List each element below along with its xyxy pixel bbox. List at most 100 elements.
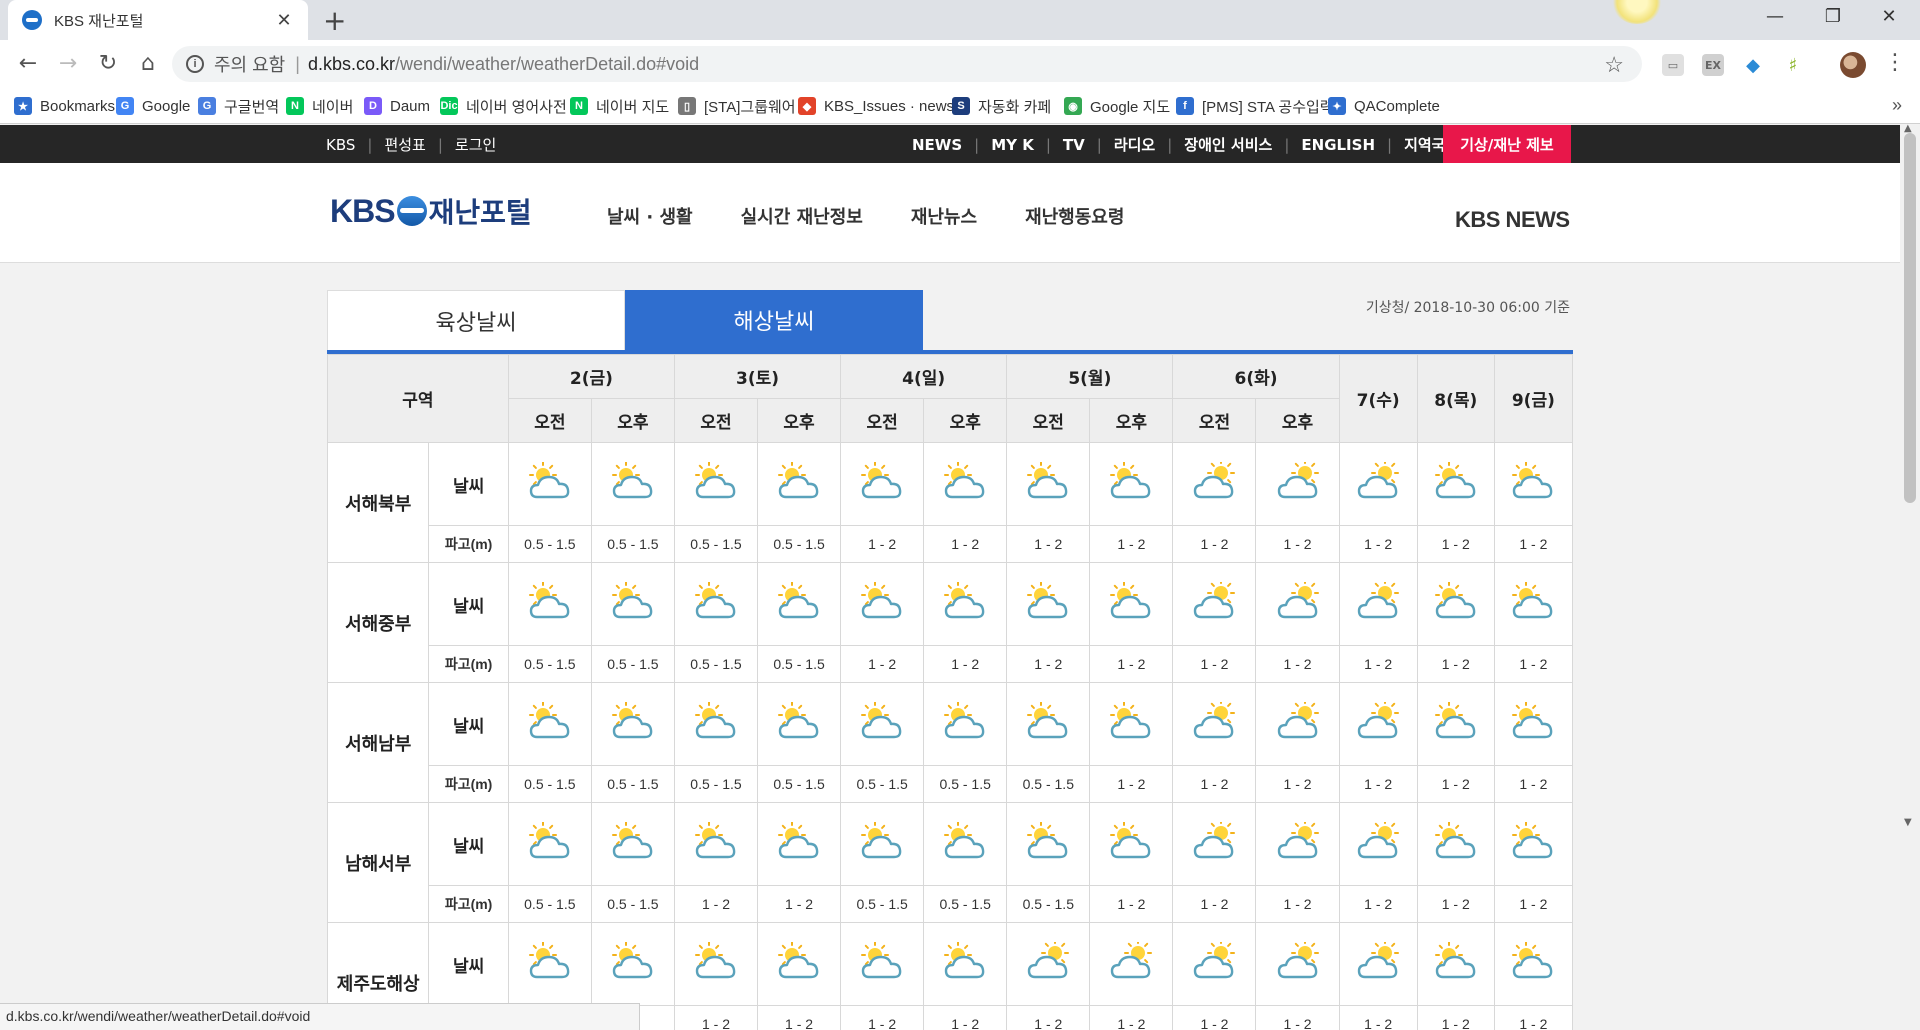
scrollbar-thumb[interactable] <box>1904 133 1916 503</box>
partly-cloudy-icon <box>1511 701 1555 742</box>
table-row-weather: 서해중부 날씨 <box>326 562 1574 683</box>
partly-cloudy-icon <box>1109 701 1153 742</box>
nav-item[interactable]: 재난행동요령 <box>1025 203 1124 229</box>
weather-cell <box>1338 922 1418 1006</box>
extension-arrows-icon[interactable]: ◆ <box>1742 54 1764 76</box>
logo-kbs-text: KBS <box>330 192 396 229</box>
day-header: 5(월) <box>1006 354 1174 399</box>
home-icon[interactable]: ⌂ <box>134 50 162 78</box>
wave-height-cell: 1 - 2 <box>1255 885 1340 923</box>
extension-tab-icon[interactable]: ▭ <box>1662 54 1684 76</box>
top-link[interactable]: 장애인 서비스 <box>1184 134 1272 155</box>
pm-header: 오후 <box>1255 398 1340 443</box>
bookmark-item[interactable]: N 네이버 지도 <box>570 95 669 117</box>
wave-height-cell: 1 - 2 <box>923 1005 1008 1030</box>
partly-cloudy-icon <box>611 821 655 862</box>
address-bar[interactable]: i 주의 요함 | d.kbs.co.kr /wendi/weather/wea… <box>172 46 1642 82</box>
kbs-news-logo[interactable]: KBS NEWS <box>1455 207 1570 233</box>
back-icon[interactable]: ← <box>14 50 42 78</box>
mostly-cloudy-icon <box>1276 819 1320 862</box>
partly-cloudy-icon <box>611 581 655 622</box>
weather-cell <box>1493 682 1574 766</box>
wave-height-cell: 0.5 - 1.5 <box>590 885 675 923</box>
close-tab-icon[interactable]: ✕ <box>274 10 294 31</box>
am-header: 오전 <box>840 398 925 443</box>
weather-cell <box>673 922 759 1006</box>
partly-cloudy-icon <box>1511 941 1555 982</box>
partly-cloudy-icon <box>943 461 987 502</box>
address-separator: | <box>295 53 300 74</box>
wave-height-cell: 0.5 - 1.5 <box>923 885 1008 923</box>
profile-avatar[interactable] <box>1840 52 1866 78</box>
top-link[interactable]: NEWS <box>912 136 962 154</box>
more-bookmarks-icon[interactable]: » <box>1892 95 1902 116</box>
reload-icon[interactable]: ↻ <box>94 50 122 78</box>
nav-item[interactable]: 재난뉴스 <box>911 203 977 229</box>
top-link[interactable]: MY K <box>991 136 1034 154</box>
bookmark-item[interactable]: ★ Bookmarks <box>14 95 115 117</box>
tab-sea-weather[interactable]: 해상날씨 <box>625 290 923 350</box>
bookmark-item[interactable]: f [PMS] STA 공수입력 <box>1176 95 1334 117</box>
bookmark-label: QAComplete <box>1354 97 1440 115</box>
partly-cloudy-icon <box>611 941 655 982</box>
divider: | <box>367 135 373 154</box>
qacomplete-icon: ✦ <box>1328 97 1346 115</box>
extension-ladder-icon[interactable]: ♯ <box>1782 54 1804 76</box>
bookmark-item[interactable]: G Google <box>116 95 190 117</box>
day-header: 9(금) <box>1493 354 1574 443</box>
new-tab-icon[interactable]: + <box>323 4 346 37</box>
table-row-weather: 서해북부 날씨 <box>326 442 1574 563</box>
report-button[interactable]: 기상/재난 제보 <box>1443 125 1571 163</box>
wave-height-cell: 1 - 2 <box>1089 1005 1174 1030</box>
weather-cell <box>1255 802 1340 886</box>
bookmark-item[interactable]: D Daum <box>364 95 430 117</box>
top-link[interactable]: 로그인 <box>455 134 496 155</box>
star-icon: ★ <box>14 97 32 115</box>
weather-cell <box>1089 922 1174 1006</box>
table-row-wave: 파고(m) 0.5 - 1.5 0.5 - 1.5 0.5 - 1.5 0.5 - 1.… <box>328 645 1574 683</box>
menu-kebab-icon[interactable]: ⋮ <box>1884 50 1906 75</box>
info-icon[interactable]: i <box>186 55 204 73</box>
nav-item[interactable]: 실시간 재난정보 <box>741 203 863 229</box>
extension-ex-icon[interactable]: EX <box>1702 54 1724 76</box>
page-scrollbar[interactable]: ▲ ▼ <box>1900 123 1920 1030</box>
weather-cell <box>673 802 759 886</box>
restore-icon[interactable]: ❐ <box>1810 6 1856 27</box>
nav-item[interactable]: 날씨 · 생활 <box>607 203 693 229</box>
wave-height-cell: 1 - 2 <box>1255 525 1340 563</box>
top-link[interactable]: KBS <box>326 136 355 154</box>
wave-height-cell: 1 - 2 <box>1493 525 1574 563</box>
bookmark-item[interactable]: N 네이버 <box>286 95 353 117</box>
wave-height-cell: 1 - 2 <box>1255 1005 1340 1030</box>
naver-icon: N <box>286 97 304 115</box>
bookmark-item[interactable]: S 자동화 카페 <box>952 95 1051 117</box>
bookmark-item[interactable]: ▯ [STA]그룹웨어 <box>678 95 796 117</box>
top-link[interactable]: 지역국 <box>1404 134 1445 155</box>
weather-cell <box>507 562 592 646</box>
bookmark-item[interactable]: ✦ QAComplete <box>1328 95 1440 117</box>
top-link[interactable]: 편성표 <box>384 134 425 155</box>
close-window-icon[interactable]: ✕ <box>1866 6 1912 27</box>
wave-height-cell: 1 - 2 <box>1338 525 1418 563</box>
wave-height-cell: 1 - 2 <box>1255 645 1340 683</box>
weather-cell <box>1172 562 1257 646</box>
region-name: 남해서부 <box>326 802 430 923</box>
weather-cell <box>923 682 1008 766</box>
scroll-down-icon[interactable]: ▼ <box>1904 817 1912 828</box>
kbs-disaster-portal-logo[interactable]: KBS 재난포털 <box>330 191 532 231</box>
minimize-icon[interactable]: — <box>1752 6 1798 27</box>
weather-cell <box>1006 922 1091 1006</box>
tab-land-weather[interactable]: 육상날씨 <box>327 290 625 350</box>
top-link[interactable]: 라디오 <box>1114 134 1155 155</box>
bookmark-item[interactable]: ◉ Google 지도 <box>1064 95 1170 117</box>
bookmark-item[interactable]: Dic 네이버 영어사전 <box>440 95 567 117</box>
browser-tab[interactable]: KBS 재난포털 ✕ <box>8 0 308 40</box>
forward-icon[interactable]: → <box>54 50 82 78</box>
top-link[interactable]: TV <box>1063 136 1085 154</box>
top-link[interactable]: ENGLISH <box>1301 136 1375 154</box>
bookmark-star-icon[interactable]: ☆ <box>1604 52 1624 78</box>
status-bar-url: d.kbs.co.kr/wendi/weather/weatherDetail.… <box>0 1003 640 1030</box>
bookmark-item[interactable]: ◆ KBS_Issues · news / <box>798 95 962 117</box>
bookmark-item[interactable]: G 구글번역 <box>198 95 279 117</box>
weather-row-label: 날씨 <box>428 682 509 766</box>
